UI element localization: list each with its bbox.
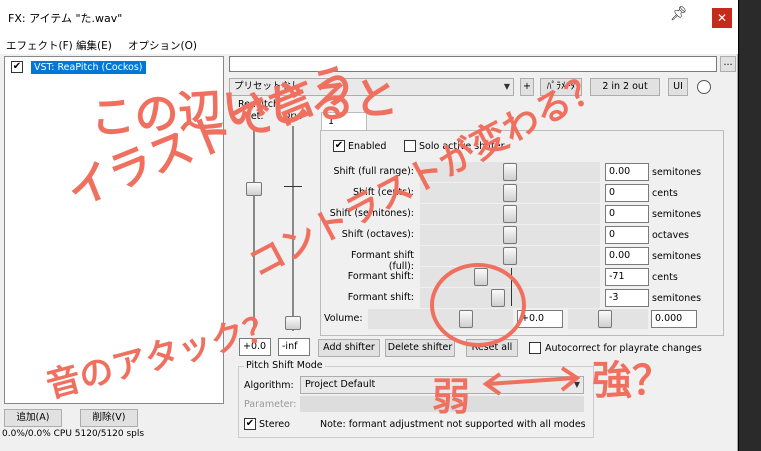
annotation-arrow <box>487 376 576 386</box>
annotation-weak: 弱 <box>432 375 471 419</box>
annotation-circle <box>430 263 526 347</box>
annotation-strong: 強？ <box>592 358 672 404</box>
